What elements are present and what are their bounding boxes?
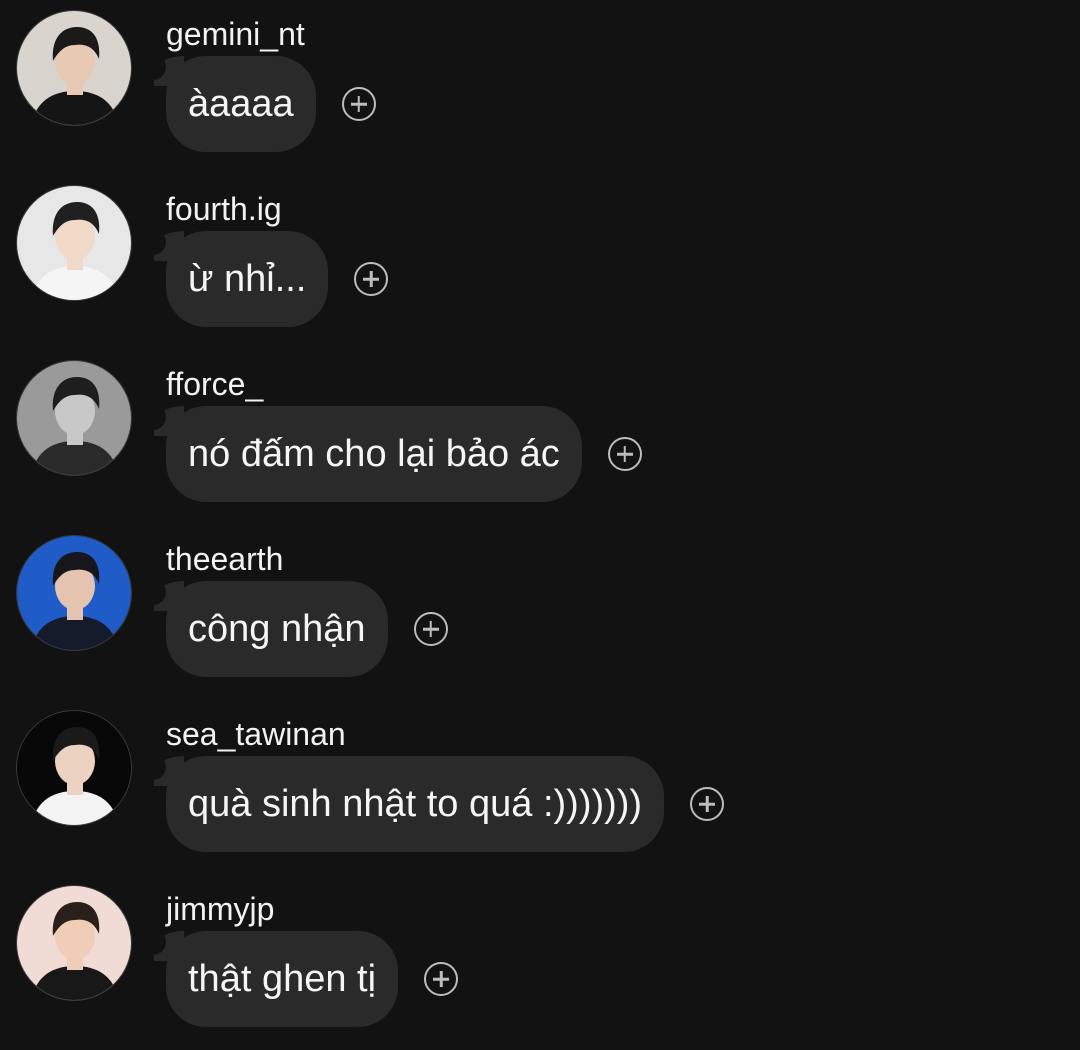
bubble-tail	[154, 931, 184, 961]
bubble-tail	[154, 406, 184, 436]
message-bubble-wrap: thật ghen tị	[154, 931, 459, 1027]
person-portrait-icon	[17, 536, 131, 650]
person-portrait-icon	[17, 361, 131, 475]
message-row-jimmyjp: jimmyjp thật ghen tị	[0, 875, 1080, 1050]
add-reaction-icon[interactable]	[690, 787, 725, 821]
person-portrait-icon	[17, 186, 131, 300]
add-reaction-icon[interactable]	[341, 87, 376, 121]
add-reaction-icon[interactable]	[607, 437, 642, 471]
username[interactable]: fforce_	[166, 364, 263, 404]
avatar[interactable]	[16, 535, 132, 651]
message-bubble[interactable]: quà sinh nhật to quá :)))))))	[154, 756, 665, 852]
avatar[interactable]	[16, 10, 132, 126]
person-portrait-icon	[17, 11, 131, 125]
add-reaction-icon[interactable]	[424, 962, 459, 996]
message-row-gemini-nt: gemini_nt àaaaa	[0, 0, 1080, 175]
message-text: công nhận	[188, 608, 366, 650]
message-bubble[interactable]: thật ghen tị	[154, 931, 399, 1027]
username[interactable]: jimmyjp	[166, 889, 274, 929]
message-row-sea-tawinan: sea_tawinan quà sinh nhật to quá :))))))…	[0, 700, 1080, 875]
message-text: ừ nhỉ...	[188, 258, 307, 300]
message-bubble-wrap: quà sinh nhật to quá :)))))))	[154, 756, 725, 852]
add-reaction-icon[interactable]	[354, 262, 389, 296]
add-reaction-icon[interactable]	[413, 612, 448, 646]
bubble-tail	[154, 581, 184, 611]
username[interactable]: fourth.ig	[166, 189, 282, 229]
bubble-tail	[154, 756, 184, 786]
person-portrait-icon	[17, 886, 131, 1000]
message-bubble-wrap: công nhận	[154, 581, 448, 677]
message-text: thật ghen tị	[188, 958, 377, 1000]
message-bubble-wrap: nó đấm cho lại bảo ác	[154, 406, 642, 502]
username[interactable]: gemini_nt	[166, 14, 305, 54]
message-bubble[interactable]: àaaaa	[154, 56, 316, 152]
message-row-fourth-ig: fourth.ig ừ nhỉ...	[0, 175, 1080, 350]
avatar[interactable]	[16, 710, 132, 826]
username[interactable]: sea_tawinan	[166, 714, 346, 754]
avatar[interactable]	[16, 885, 132, 1001]
message-bubble[interactable]: công nhận	[154, 581, 388, 677]
message-bubble-wrap: ừ nhỉ...	[154, 231, 389, 327]
bubble-tail	[154, 56, 184, 86]
bubble-tail	[154, 231, 184, 261]
username[interactable]: theearth	[166, 539, 283, 579]
message-bubble[interactable]: ừ nhỉ...	[154, 231, 329, 327]
message-text: quà sinh nhật to quá :)))))))	[188, 783, 643, 825]
message-text: àaaaa	[188, 83, 294, 125]
avatar[interactable]	[16, 360, 132, 476]
message-text: nó đấm cho lại bảo ác	[188, 433, 560, 475]
message-row-theearth: theearth công nhận	[0, 525, 1080, 700]
avatar[interactable]	[16, 185, 132, 301]
message-row-fforce-: fforce_ nó đấm cho lại bảo ác	[0, 350, 1080, 525]
message-bubble[interactable]: nó đấm cho lại bảo ác	[154, 406, 582, 502]
message-bubble-wrap: àaaaa	[154, 56, 376, 152]
person-portrait-icon	[17, 711, 131, 825]
